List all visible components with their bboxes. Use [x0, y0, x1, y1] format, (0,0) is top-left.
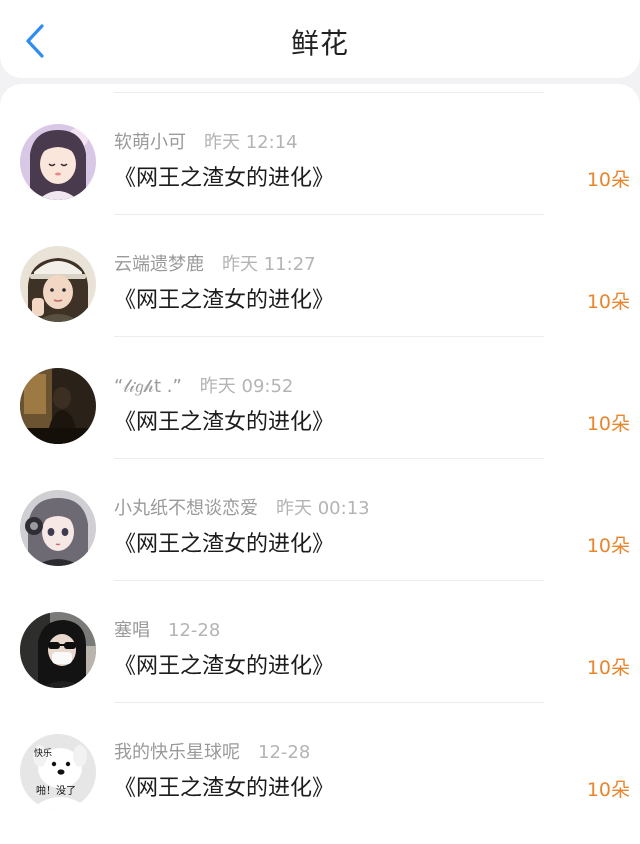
timestamp: 昨天 12:14 [204, 132, 298, 153]
flower-count: 10朵 [586, 291, 630, 313]
book-title[interactable]: 《网王之渣女的进化》 [114, 526, 334, 558]
divider [114, 92, 544, 93]
anime-girl-avatar [20, 124, 96, 200]
flower-count: 10朵 [586, 535, 630, 557]
anime-girl-headphones-avatar [20, 490, 96, 566]
sender-name[interactable]: 软萌小可 [114, 132, 186, 153]
sunglasses-mask-avatar [20, 612, 96, 688]
avatar[interactable] [20, 368, 96, 444]
list-item[interactable]: “𝓁𝒾𝑔𝒽t .” 昨天 09:52 《网王之渣女的进化》 10朵 [0, 336, 640, 458]
avatar[interactable] [20, 612, 96, 688]
sender-line: 小丸纸不想谈恋爱 昨天 00:13 [114, 494, 370, 520]
sender-line: 软萌小可 昨天 12:14 [114, 128, 298, 154]
list-item[interactable]: 小丸纸不想谈恋爱 昨天 00:13 《网王之渣女的进化》 10朵 [0, 458, 640, 580]
flower-count: 10朵 [586, 169, 630, 191]
timestamp: 昨天 11:27 [222, 254, 316, 275]
selfie-girl-cap-avatar [20, 246, 96, 322]
avatar[interactable] [20, 490, 96, 566]
sender-name[interactable]: 小丸纸不想谈恋爱 [114, 498, 258, 519]
flower-count: 10朵 [586, 779, 630, 801]
timestamp: 昨天 09:52 [199, 376, 294, 397]
divider [114, 580, 544, 581]
list-item[interactable]: 塞唱 12-28 《网王之渣女的进化》 10朵 [0, 580, 640, 702]
sender-name[interactable]: 我的快乐星球呢 [114, 742, 240, 763]
avatar[interactable] [20, 246, 96, 322]
book-title[interactable]: 《网王之渣女的进化》 [114, 282, 334, 314]
sender-name[interactable]: “𝓁𝒾𝑔𝒽t .” [114, 376, 182, 397]
dark-silhouette-avatar [20, 368, 96, 444]
sender-name[interactable]: 塞唱 [114, 620, 150, 641]
flower-list: 软萌小可 昨天 12:14 《网王之渣女的进化》 10朵 云端遗梦鹿 昨天 11:2… [0, 84, 640, 844]
list-item[interactable]: 快乐 啪！没了 我的快乐星球呢 12-28 《网王之渣女的进化》 10朵 [0, 702, 640, 824]
avatar[interactable] [20, 124, 96, 200]
list-item[interactable]: 云端遗梦鹿 昨天 11:27 《网王之渣女的进化》 10朵 [0, 214, 640, 336]
avatar-caption: 啪！没了 [36, 784, 76, 797]
flower-count: 10朵 [586, 657, 630, 679]
divider [114, 702, 544, 703]
sender-line: 塞唱 12-28 [114, 616, 220, 642]
divider [114, 458, 544, 459]
sender-line: “𝓁𝒾𝑔𝒽t .” 昨天 09:52 [114, 372, 293, 398]
book-title[interactable]: 《网王之渣女的进化》 [114, 770, 334, 802]
book-title[interactable]: 《网王之渣女的进化》 [114, 404, 334, 436]
book-title[interactable]: 《网王之渣女的进化》 [114, 648, 334, 680]
avatar[interactable]: 快乐 啪！没了 [20, 734, 96, 810]
list-item[interactable]: 软萌小可 昨天 12:14 《网王之渣女的进化》 10朵 [0, 92, 640, 214]
sender-line: 云端遗梦鹿 昨天 11:27 [114, 250, 316, 276]
dog-meme-avatar: 快乐 啪！没了 [20, 734, 96, 810]
sender-name[interactable]: 云端遗梦鹿 [114, 254, 204, 275]
sender-line: 我的快乐星球呢 12-28 [114, 738, 310, 764]
divider [114, 214, 544, 215]
timestamp: 昨天 00:13 [276, 498, 370, 519]
divider [114, 336, 544, 337]
flower-count: 10朵 [586, 413, 630, 435]
avatar-caption: 快乐 [34, 747, 52, 759]
timestamp: 12-28 [168, 620, 221, 641]
page-title: 鲜花 [290, 27, 349, 60]
book-title[interactable]: 《网王之渣女的进化》 [114, 160, 334, 192]
timestamp: 12-28 [258, 742, 311, 763]
top-bar: 鲜花 [0, 0, 640, 78]
